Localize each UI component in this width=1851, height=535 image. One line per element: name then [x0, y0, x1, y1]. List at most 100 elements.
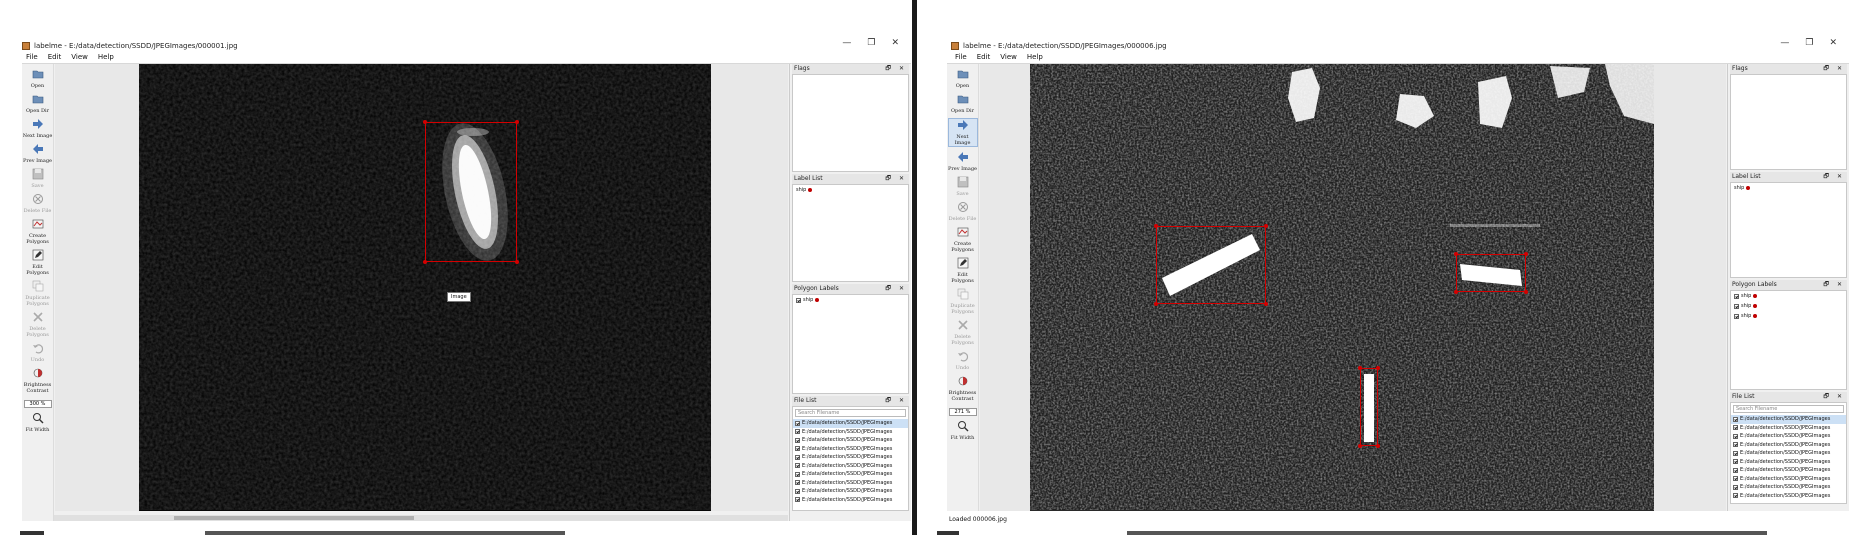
- dock-float-close-icons[interactable]: 🗗 ✕: [885, 64, 907, 74]
- create-polygons-button[interactable]: Create Polygons: [23, 218, 53, 245]
- label-list[interactable]: ship: [792, 184, 909, 282]
- file-list-item[interactable]: E:/data/detection/SSDD/JPEGImages: [1731, 492, 1846, 501]
- checkbox[interactable]: [795, 488, 800, 494]
- save-button[interactable]: Save: [23, 168, 53, 189]
- checkbox[interactable]: [795, 471, 800, 477]
- prev-image-button[interactable]: Prev Image: [948, 151, 978, 172]
- list-item[interactable]: ship: [1731, 301, 1846, 311]
- brightness-contrast-button[interactable]: Brightness Contrast: [23, 367, 53, 394]
- horizontal-scrollbar[interactable]: [54, 515, 788, 521]
- menu-view[interactable]: View: [71, 53, 88, 63]
- file-list-item[interactable]: E:/data/detection/SSDD/JPEGImages: [1731, 424, 1846, 433]
- file-list-item[interactable]: E:/data/detection/SSDD/JPEGImages: [793, 487, 908, 496]
- checkbox[interactable]: [795, 463, 800, 469]
- file-list-item[interactable]: E:/data/detection/SSDD/JPEGImages: [793, 479, 908, 488]
- checkbox[interactable]: [1733, 416, 1738, 422]
- ship-bounding-box[interactable]: [1358, 366, 1380, 448]
- file-list-item[interactable]: E:/data/detection/SSDD/JPEGImages: [793, 470, 908, 479]
- save-button[interactable]: Save: [948, 176, 978, 197]
- duplicate-polygons-button[interactable]: Duplicate Polygons: [948, 288, 978, 315]
- maximize-button[interactable]: ❐: [1805, 38, 1813, 48]
- search-filename-input[interactable]: Search Filename: [1733, 405, 1844, 413]
- close-button[interactable]: ✕: [1829, 38, 1837, 48]
- open-button[interactable]: Open: [948, 68, 978, 89]
- label-list[interactable]: ship: [1730, 182, 1847, 278]
- box-vertex-handle[interactable]: [515, 120, 519, 124]
- list-item[interactable]: ship: [793, 295, 908, 305]
- file-list-item[interactable]: E:/data/detection/SSDD/JPEGImages: [1731, 458, 1846, 467]
- sar-image[interactable]: Image: [139, 64, 711, 511]
- file-list-item[interactable]: E:/data/detection/SSDD/JPEGImages: [793, 436, 908, 445]
- checkbox[interactable]: [795, 454, 800, 460]
- open-button[interactable]: Open: [23, 68, 53, 89]
- delete-polygons-button[interactable]: Delete Polygons: [23, 311, 53, 338]
- open-dir-button[interactable]: Open Dir: [23, 93, 53, 114]
- dock-float-close-icons[interactable]: 🗗 ✕: [885, 174, 907, 184]
- file-list-item[interactable]: E:/data/detection/SSDD/JPEGImages: [1731, 415, 1846, 424]
- edit-polygons-button[interactable]: Edit Polygons: [948, 257, 978, 284]
- checkbox[interactable]: [795, 420, 800, 426]
- box-vertex-handle[interactable]: [1358, 366, 1362, 370]
- list-item[interactable]: ship: [1731, 291, 1846, 301]
- file-list-item[interactable]: E:/data/detection/SSDD/JPEGImages: [1731, 466, 1846, 475]
- create-polygons-button[interactable]: Create Polygons: [948, 226, 978, 253]
- checkbox[interactable]: [795, 497, 800, 503]
- flags-list[interactable]: [792, 74, 909, 172]
- flags-list[interactable]: [1730, 74, 1847, 170]
- box-vertex-handle[interactable]: [423, 260, 427, 264]
- checkbox[interactable]: [1734, 303, 1739, 309]
- prev-image-button[interactable]: Prev Image: [23, 143, 53, 164]
- file-list-item[interactable]: E:/data/detection/SSDD/JPEGImages: [1731, 432, 1846, 441]
- checkbox[interactable]: [796, 297, 801, 303]
- box-vertex-handle[interactable]: [1524, 290, 1528, 294]
- list-item[interactable]: ship: [1731, 311, 1846, 321]
- box-vertex-handle[interactable]: [1154, 302, 1158, 306]
- menu-help[interactable]: Help: [1027, 53, 1043, 63]
- checkbox[interactable]: [1733, 476, 1738, 482]
- file-list-item[interactable]: E:/data/detection/SSDD/JPEGImages: [793, 445, 908, 454]
- ship-bounding-box[interactable]: [1154, 224, 1268, 306]
- box-vertex-handle[interactable]: [1376, 444, 1380, 448]
- ship-bounding-box[interactable]: [1454, 252, 1528, 294]
- box-vertex-handle[interactable]: [1154, 224, 1158, 228]
- menu-edit[interactable]: Edit: [977, 53, 991, 63]
- open-dir-button[interactable]: Open Dir: [948, 93, 978, 114]
- box-vertex-handle[interactable]: [515, 260, 519, 264]
- polygon-labels-list[interactable]: ship ship ship: [1730, 290, 1847, 390]
- checkbox[interactable]: [1734, 293, 1739, 299]
- fit-width-button[interactable]: Fit Width: [948, 420, 978, 441]
- box-vertex-handle[interactable]: [1454, 290, 1458, 294]
- checkbox[interactable]: [1734, 313, 1739, 319]
- file-list-item[interactable]: E:/data/detection/SSDD/JPEGImages: [1731, 449, 1846, 458]
- undo-button[interactable]: Undo: [948, 350, 978, 371]
- next-image-button[interactable]: Next Image: [947, 118, 978, 147]
- checkbox[interactable]: [1733, 442, 1738, 448]
- checkbox[interactable]: [1733, 459, 1738, 465]
- minimize-button[interactable]: —: [1780, 38, 1789, 48]
- sar-image[interactable]: [1030, 64, 1654, 511]
- box-vertex-handle[interactable]: [1376, 366, 1380, 370]
- list-item[interactable]: ship: [793, 185, 908, 195]
- checkbox[interactable]: [1733, 467, 1738, 473]
- file-list-item[interactable]: E:/data/detection/SSDD/JPEGImages: [793, 496, 908, 505]
- list-item[interactable]: ship: [1731, 183, 1846, 193]
- file-list-item[interactable]: E:/data/detection/SSDD/JPEGImages: [1731, 483, 1846, 492]
- zoom-level-input[interactable]: 300 %: [23, 400, 52, 408]
- checkbox[interactable]: [1733, 433, 1738, 439]
- dock-float-close-icons[interactable]: 🗗 ✕: [1823, 64, 1845, 74]
- box-vertex-handle[interactable]: [1358, 444, 1362, 448]
- menu-help[interactable]: Help: [98, 53, 114, 63]
- scrollbar-thumb[interactable]: [174, 516, 414, 520]
- fit-width-button[interactable]: Fit Width: [23, 412, 53, 433]
- edit-polygons-button[interactable]: Edit Polygons: [23, 249, 53, 276]
- file-list-item[interactable]: E:/data/detection/SSDD/JPEGImages: [793, 462, 908, 471]
- box-vertex-handle[interactable]: [1524, 252, 1528, 256]
- close-button[interactable]: ✕: [891, 38, 899, 48]
- zoom-level-input[interactable]: 271 %: [948, 408, 977, 416]
- canvas-area[interactable]: [980, 64, 1726, 511]
- search-filename-input[interactable]: Search Filename: [795, 409, 906, 417]
- menu-file[interactable]: File: [955, 53, 967, 63]
- box-vertex-handle[interactable]: [1264, 302, 1268, 306]
- checkbox[interactable]: [1733, 450, 1738, 456]
- file-list-item[interactable]: E:/data/detection/SSDD/JPEGImages: [1731, 441, 1846, 450]
